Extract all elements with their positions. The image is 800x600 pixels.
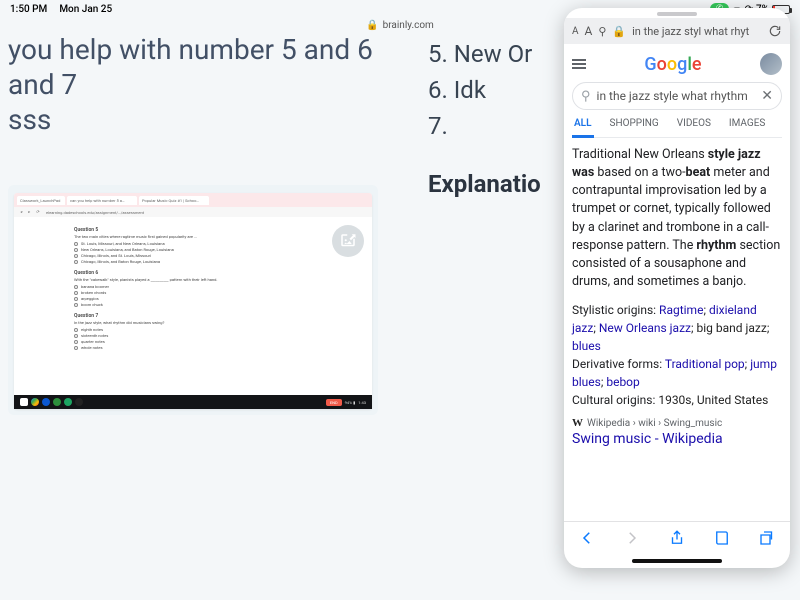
mini-q6-sub: With the "cakewalk" style, pianists play… bbox=[74, 277, 312, 282]
link-neworleans[interactable]: New Orleans jazz bbox=[599, 321, 691, 335]
text-size-small-icon[interactable]: A bbox=[572, 26, 579, 37]
account-avatar[interactable] bbox=[760, 53, 782, 75]
question-title-line1: you help with number 5 and 6 and 7 bbox=[8, 33, 373, 101]
mini-q7-sub: In the jazz style, what rhythm did music… bbox=[74, 320, 312, 325]
end-call-chip: END bbox=[326, 399, 342, 406]
google-result-tabs: ALL SHOPPING VIDEOS IMAGES bbox=[572, 118, 782, 138]
image-overlay-icon bbox=[332, 225, 364, 257]
search-icon: ⚲ bbox=[581, 89, 591, 104]
slideover-url-text: in the jazz styl what rhyt bbox=[632, 25, 762, 38]
attached-screenshot[interactable]: Classwork_LaunchPad can you help with nu… bbox=[8, 185, 378, 415]
google-results-body: Google ⚲ in the jazz style what rhythm ✕… bbox=[564, 44, 790, 521]
status-time: 1:50 PM bbox=[10, 4, 47, 15]
hamburger-menu-icon[interactable] bbox=[572, 59, 586, 69]
question-title: you help with number 5 and 6 and 7 sss bbox=[8, 32, 406, 137]
question-title-line2: sss bbox=[8, 103, 51, 136]
result-title-link[interactable]: Swing music - Wikipedia bbox=[572, 431, 782, 447]
tab-videos[interactable]: VIDEOS bbox=[675, 118, 713, 137]
mini-tab: Popular Music Quiz #1 | Schoo… bbox=[139, 196, 209, 205]
home-indicator[interactable] bbox=[632, 559, 722, 563]
link-blues[interactable]: blues bbox=[572, 339, 601, 353]
mini-tab: can you help with number 5 a… bbox=[67, 196, 137, 205]
mini-tab: Classwork_LaunchPad bbox=[17, 196, 65, 205]
forward-button bbox=[623, 529, 641, 551]
slideover-safari-window[interactable]: AA ⚲ 🔒 in the jazz styl what rhyt Google… bbox=[564, 8, 790, 568]
link-tradpop[interactable]: Traditional pop bbox=[665, 357, 745, 371]
tab-shopping[interactable]: SHOPPING bbox=[608, 118, 661, 137]
mini-url-text: elearning.dadeschools.edu/assignment/…/a… bbox=[46, 210, 144, 215]
link-ragtime[interactable]: Ragtime bbox=[659, 303, 703, 317]
result-breadcrumb: W Wikipedia › wiki › Swing_music bbox=[572, 417, 782, 429]
safari-bottom-toolbar bbox=[564, 521, 790, 557]
mini-q6-head: Question 6 bbox=[74, 270, 312, 276]
back-button[interactable] bbox=[578, 529, 596, 551]
google-search-box[interactable]: ⚲ in the jazz style what rhythm ✕ bbox=[572, 82, 782, 110]
tab-all[interactable]: ALL bbox=[572, 118, 594, 138]
share-button[interactable] bbox=[668, 529, 686, 551]
mini-q5-head: Question 5 bbox=[74, 227, 312, 233]
text-size-large-icon[interactable]: A bbox=[585, 24, 593, 38]
brainly-question-pane: you help with number 5 and 6 and 7 sss C… bbox=[0, 26, 414, 600]
slideover-grabber[interactable] bbox=[657, 12, 697, 16]
lock-icon: 🔒 bbox=[612, 25, 626, 38]
slideover-address-bar[interactable]: AA ⚲ 🔒 in the jazz styl what rhyt bbox=[564, 18, 790, 44]
reload-icon[interactable] bbox=[768, 24, 782, 38]
clear-search-icon[interactable]: ✕ bbox=[761, 88, 773, 104]
wikipedia-icon: W bbox=[572, 417, 583, 429]
mini-q7-head: Question 7 bbox=[74, 313, 312, 319]
mini-chromeos-shelf: END 94% ▮ 1:43 bbox=[14, 395, 372, 409]
mini-url-bar: ◂▸⟳ elearning.dadeschools.edu/assignment… bbox=[14, 207, 372, 217]
snippet-metadata: Stylistic origins: Ragtime; dixieland ja… bbox=[572, 301, 782, 409]
status-date: Mon Jan 25 bbox=[59, 4, 112, 15]
search-icon: ⚲ bbox=[598, 25, 606, 38]
tabs-button[interactable] bbox=[758, 529, 776, 551]
google-logo[interactable]: Google bbox=[644, 54, 701, 75]
link-bebop[interactable]: bebop bbox=[606, 375, 639, 389]
bookmarks-button[interactable] bbox=[713, 529, 731, 551]
search-query-text: in the jazz style what rhythm bbox=[597, 89, 756, 103]
mini-quiz-content: Question 5 The two main cities where rag… bbox=[14, 217, 372, 395]
mini-browser-tabs: Classwork_LaunchPad can you help with nu… bbox=[14, 193, 372, 207]
featured-snippet: Traditional New Orleans style jazz was b… bbox=[572, 146, 782, 291]
mini-q5-sub: The two main cities where ragtime music … bbox=[74, 234, 312, 239]
tab-images[interactable]: IMAGES bbox=[727, 118, 767, 137]
